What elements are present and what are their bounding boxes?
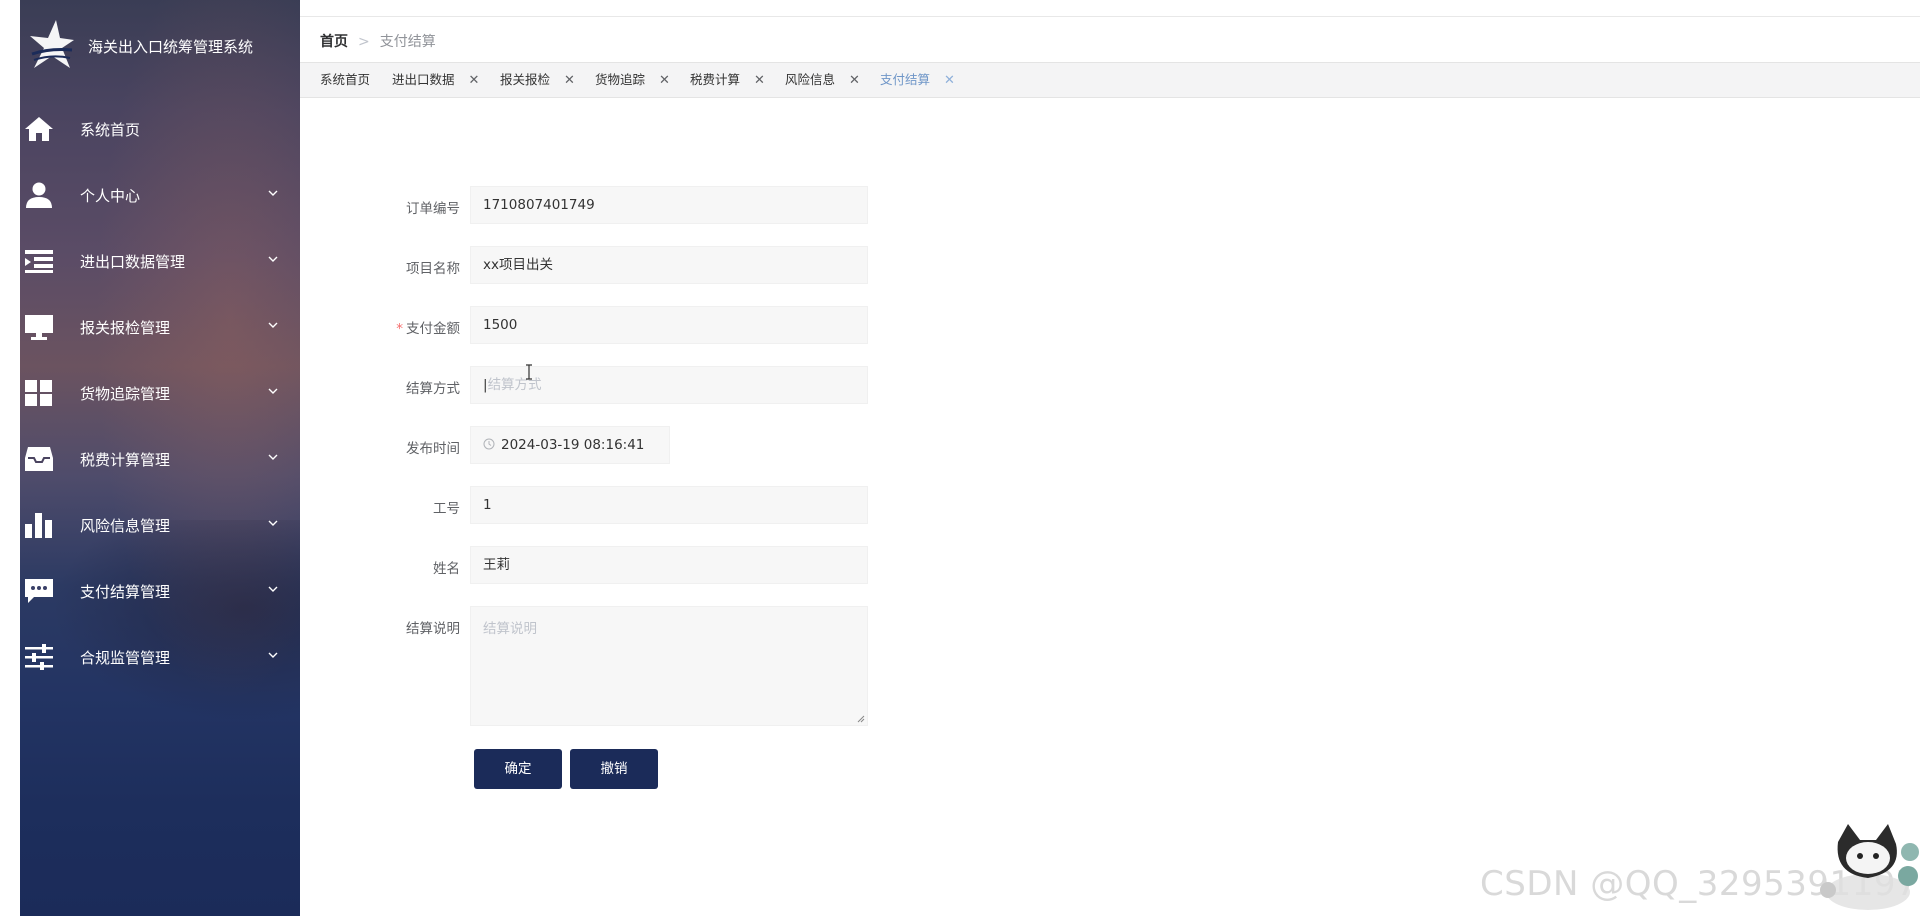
required-mark: * bbox=[396, 321, 403, 337]
order-no-field[interactable]: 1710807401749 bbox=[470, 186, 868, 224]
mascot-icon bbox=[1820, 824, 1919, 910]
close-icon[interactable]: ✕ bbox=[469, 73, 480, 88]
tab-risk-info[interactable]: 风险信息 ✕ bbox=[785, 63, 860, 97]
amount-label-text: 支付金额 bbox=[406, 321, 460, 337]
resize-handle-icon[interactable] bbox=[857, 715, 865, 723]
project-name-label: 项目名称 bbox=[406, 261, 460, 277]
chat-icon bbox=[25, 579, 53, 603]
home-icon bbox=[25, 117, 53, 141]
chevron-down-icon bbox=[268, 190, 278, 196]
sidebar-item-label: 支付结算管理 bbox=[80, 583, 171, 601]
method-label: 结算方式 bbox=[406, 381, 460, 397]
app-logo-icon bbox=[30, 20, 74, 68]
sidebar-item-label: 系统首页 bbox=[80, 121, 141, 139]
sliders-icon bbox=[25, 644, 53, 670]
employee-no-field[interactable]: 1 bbox=[470, 486, 868, 524]
publish-time-field[interactable]: 2024-03-19 08:16:41 bbox=[470, 426, 670, 464]
tab-label: 系统首页 bbox=[320, 72, 371, 87]
tab-tax-calculation[interactable]: 税费计算 ✕ bbox=[690, 63, 765, 97]
sidebar-item-label: 货物追踪管理 bbox=[80, 385, 171, 403]
tab-label: 支付结算 bbox=[880, 72, 931, 87]
monitor-icon bbox=[25, 315, 53, 340]
order-no-label: 订单编号 bbox=[406, 201, 460, 217]
sidebar-item-label: 合规监管管理 bbox=[80, 649, 171, 667]
breadcrumb-separator: > bbox=[358, 34, 370, 50]
sidebar-item-risk-info[interactable]: 风险信息管理 bbox=[20, 492, 300, 558]
close-icon[interactable]: ✕ bbox=[659, 73, 670, 88]
app-title: 海关出入口统筹管理系统 bbox=[88, 38, 254, 56]
tab-label: 风险信息 bbox=[785, 72, 836, 87]
tab-label: 货物追踪 bbox=[595, 72, 646, 87]
sidebar-item-label: 报关报检管理 bbox=[80, 319, 171, 337]
sidebar-item-label: 税费计算管理 bbox=[80, 451, 171, 469]
sidebar-item-label: 风险信息管理 bbox=[80, 517, 171, 535]
breadcrumb-current: 支付结算 bbox=[379, 34, 436, 50]
cancel-button[interactable]: 撤销 bbox=[570, 749, 658, 789]
user-icon bbox=[26, 182, 52, 208]
name-label: 姓名 bbox=[433, 561, 460, 577]
employee-no-label: 工号 bbox=[433, 501, 460, 517]
description-label: 结算说明 bbox=[406, 621, 460, 637]
breadcrumb: 首页 > 支付结算 bbox=[320, 31, 436, 51]
breadcrumb-home[interactable]: 首页 bbox=[320, 34, 348, 50]
chevron-down-icon bbox=[268, 520, 278, 526]
project-name-field[interactable]: xx项目出关 bbox=[470, 246, 868, 284]
name-field[interactable]: 王莉 bbox=[470, 546, 868, 584]
sidebar-item-payment-settlement[interactable]: 支付结算管理 bbox=[20, 558, 300, 624]
sidebar-item-label: 个人中心 bbox=[80, 187, 141, 205]
tab-payment-settlement[interactable]: 支付结算 ✕ bbox=[880, 63, 955, 97]
chevron-down-icon bbox=[268, 388, 278, 394]
close-icon[interactable]: ✕ bbox=[944, 73, 955, 88]
sidebar-item-customs-declaration[interactable]: 报关报检管理 bbox=[20, 294, 300, 360]
sidebar-item-label: 进出口数据管理 bbox=[80, 253, 186, 271]
close-icon[interactable]: ✕ bbox=[754, 73, 765, 88]
close-icon[interactable]: ✕ bbox=[849, 73, 860, 88]
chevron-down-icon bbox=[268, 454, 278, 460]
indent-list-icon bbox=[25, 250, 53, 273]
bar-chart-icon bbox=[25, 513, 52, 538]
left-edge-strip bbox=[0, 0, 20, 916]
sidebar-item-tax-calculation[interactable]: 税费计算管理 bbox=[20, 426, 300, 492]
grid-icon bbox=[25, 380, 52, 406]
close-icon[interactable]: ✕ bbox=[564, 73, 575, 88]
sidebar: 海关出入口统筹管理系统 系统首页 个人中心 进出口数据管理 报关报检管理 货物追… bbox=[20, 0, 300, 916]
chevron-down-icon bbox=[268, 322, 278, 328]
tab-customs-declaration[interactable]: 报关报检 ✕ bbox=[500, 63, 575, 97]
header-bar: 首页 > 支付结算 bbox=[300, 16, 1920, 63]
text-cursor-icon bbox=[526, 364, 532, 380]
tab-system-home[interactable]: 系统首页 bbox=[320, 63, 370, 97]
clock-icon bbox=[483, 438, 495, 450]
chevron-down-icon bbox=[268, 586, 278, 592]
chevron-down-icon bbox=[268, 256, 278, 262]
description-textarea[interactable]: 结算说明 bbox=[470, 606, 868, 726]
tab-cargo-tracking[interactable]: 货物追踪 ✕ bbox=[595, 63, 670, 97]
tab-label: 报关报检 bbox=[500, 72, 551, 87]
sidebar-menu: 系统首页 个人中心 进出口数据管理 报关报检管理 货物追踪管理 税费计算管理 风… bbox=[20, 96, 300, 690]
sidebar-item-compliance[interactable]: 合规监管管理 bbox=[20, 624, 300, 690]
sidebar-item-cargo-tracking[interactable]: 货物追踪管理 bbox=[20, 360, 300, 426]
inbox-icon bbox=[25, 447, 53, 471]
sidebar-item-import-export-data[interactable]: 进出口数据管理 bbox=[20, 228, 300, 294]
sidebar-item-home[interactable]: 系统首页 bbox=[20, 96, 300, 162]
tab-label: 进出口数据 bbox=[392, 72, 455, 87]
sidebar-item-personal-center[interactable]: 个人中心 bbox=[20, 162, 300, 228]
chevron-down-icon bbox=[268, 652, 278, 658]
confirm-button[interactable]: 确定 bbox=[474, 749, 562, 789]
publish-time-value: 2024-03-19 08:16:41 bbox=[501, 437, 645, 453]
tab-label: 税费计算 bbox=[690, 72, 741, 87]
tab-bar: 系统首页 进出口数据 ✕ 报关报检 ✕ 货物追踪 ✕ 税费计算 ✕ 风险信息 ✕ 支付结算… bbox=[300, 62, 1920, 98]
tab-import-export-data[interactable]: 进出口数据 ✕ bbox=[392, 63, 479, 97]
amount-label: * 支付金额 bbox=[320, 317, 460, 337]
description-placeholder: 结算说明 bbox=[483, 621, 537, 637]
amount-field[interactable]: 1500 bbox=[470, 306, 868, 344]
publish-time-label: 发布时间 bbox=[406, 441, 460, 457]
